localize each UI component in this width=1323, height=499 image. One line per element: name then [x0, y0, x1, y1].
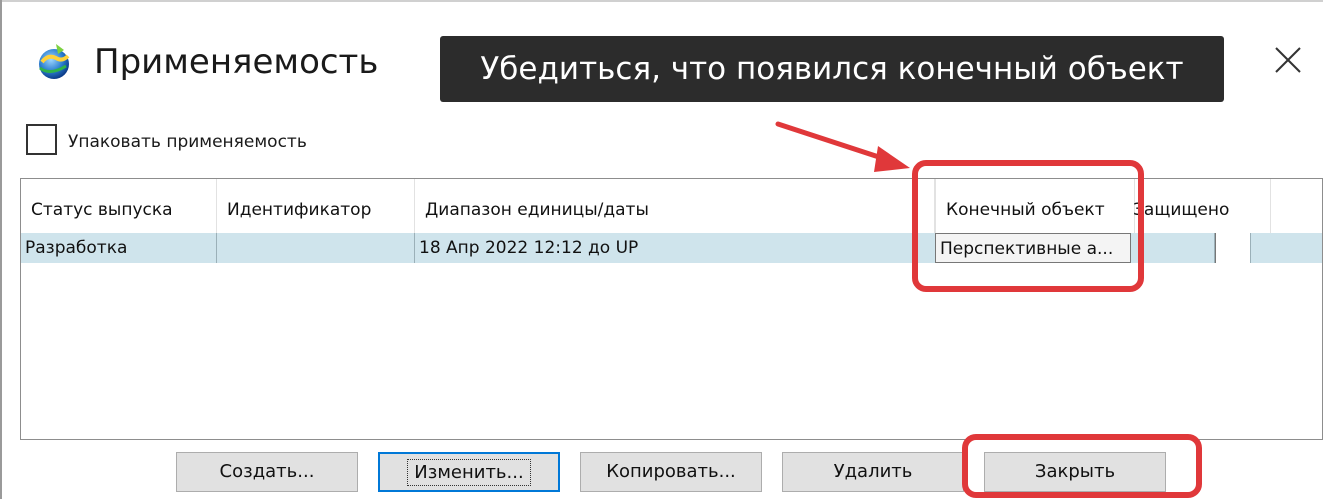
instruction-tooltip: Убедиться, что появился конечный объект: [440, 36, 1224, 102]
pack-applicability-label: Упаковать применяемость: [68, 132, 307, 152]
column-header-protected[interactable]: Защищено: [1131, 179, 1271, 233]
column-header-identifier[interactable]: Идентификатор: [217, 179, 415, 233]
cell-identifier: [217, 233, 415, 263]
edit-button-label: Изменить...: [407, 459, 531, 486]
create-button[interactable]: Создать...: [176, 452, 358, 492]
column-header-release-status[interactable]: Статус выпуска: [21, 179, 217, 233]
copy-button[interactable]: Копировать...: [580, 452, 762, 492]
close-icon[interactable]: [1268, 40, 1308, 80]
delete-button[interactable]: Удалить: [782, 452, 964, 492]
edit-button[interactable]: Изменить...: [378, 452, 560, 492]
pack-applicability-checkbox[interactable]: [26, 124, 57, 155]
cell-release-status: Разработка: [21, 233, 217, 263]
annotation-close-button-highlight: [962, 434, 1202, 498]
window-title: Применяемость: [94, 42, 379, 82]
app-globe-icon: [39, 44, 70, 79]
protected-checkbox[interactable]: [1215, 233, 1251, 263]
cell-date-range: 18 Апр 2022 12:12 до UP: [419, 238, 639, 258]
window-left-border: [0, 0, 2, 499]
window-top-border: [0, 0, 1323, 2]
annotation-end-item-highlight: [912, 160, 1144, 292]
column-header-date-range[interactable]: Диапазон единицы/даты: [415, 179, 935, 233]
annotation-arrow: [775, 121, 910, 172]
